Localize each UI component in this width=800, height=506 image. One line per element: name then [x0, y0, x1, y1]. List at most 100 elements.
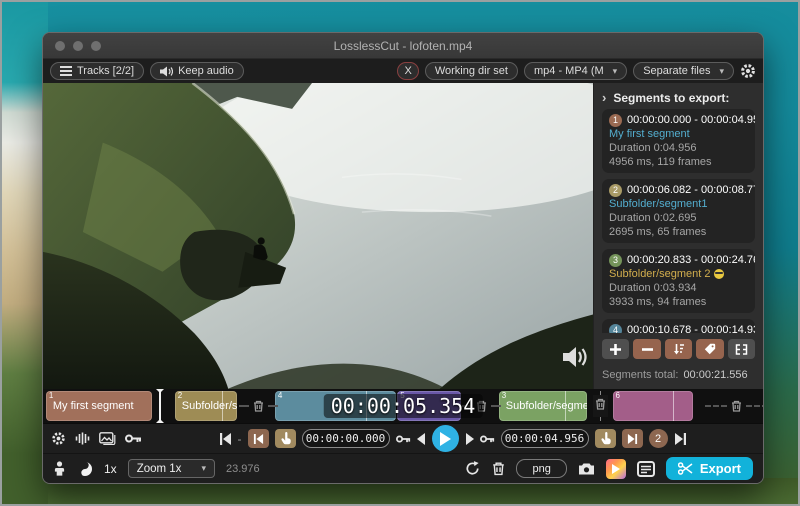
segment-cut-line [673, 391, 674, 421]
set-cut-end-button[interactable] [595, 429, 616, 448]
capture-format-label: png [532, 463, 550, 475]
close-file-button[interactable]: X [397, 62, 418, 80]
skip-to-start-icon [219, 433, 232, 445]
jump-cut-end-button[interactable] [622, 429, 643, 448]
simple-mode-button[interactable] [53, 461, 66, 476]
segments-total-label: Segments total: [602, 369, 678, 381]
gap-dashes [268, 405, 278, 407]
output-format-value: mp4 - MP4 (M [534, 65, 604, 77]
play-button[interactable] [432, 425, 459, 452]
hand-icon [279, 432, 291, 445]
working-dir-button[interactable]: Working dir set [425, 62, 518, 80]
timeline[interactable]: 1 My first segment 2 Subfolder/segment1 … [43, 389, 763, 423]
segments-header[interactable]: › Segments to export: [602, 90, 755, 105]
hand-icon [599, 432, 611, 445]
output-format-select[interactable]: mp4 - MP4 (M ▾ [524, 62, 627, 80]
segment-name: Subfolder/segment1 [609, 197, 748, 211]
segment-time: 00:00:00.000 - 00:00:04.956 [627, 113, 755, 127]
next-keyframe-button[interactable] [480, 434, 495, 444]
plus-icon [610, 344, 621, 355]
prev-frame-button[interactable] [417, 433, 426, 445]
segment-card[interactable]: 2 00:00:06.082 - 00:00:08.778 Subfolder/… [602, 179, 755, 243]
minus-icon [642, 344, 653, 355]
scissors-icon [678, 462, 693, 475]
capture-format-button[interactable]: png [516, 459, 566, 478]
fps-label: 23.976 [226, 463, 260, 475]
segment-time: 00:00:20.833 - 00:00:24.767 [627, 253, 755, 267]
tracks-button[interactable]: Tracks [2/2] [50, 62, 144, 80]
gear-icon [51, 431, 66, 446]
thumbnails-toggle-button[interactable] [99, 432, 116, 445]
timeline-segment-number: 3 [502, 391, 506, 400]
waveform-toggle-button[interactable] [75, 432, 90, 445]
segments-total: Segments total: 00:00:21.556 [602, 369, 748, 381]
media-preview-button[interactable] [606, 459, 626, 479]
top-toolbar: Tracks [2/2] Keep audio X Working dir se… [43, 59, 763, 83]
cut-end-time-input[interactable] [501, 429, 589, 448]
playback-rate-label[interactable]: 1x [104, 462, 117, 476]
dash-separator: - [238, 432, 242, 446]
segment-counter-button[interactable]: 2 [649, 429, 668, 448]
screenshot-button[interactable] [578, 462, 595, 476]
yin-yang-icon [77, 461, 93, 477]
volume-overlay[interactable] [561, 344, 587, 375]
jump-start-button[interactable] [219, 433, 232, 445]
segment-name: My first segment [609, 127, 748, 141]
next-frame-button[interactable] [465, 433, 474, 445]
segment-boundary-marker [600, 391, 601, 421]
segment-actions [602, 339, 755, 359]
gap-dashes [746, 405, 764, 407]
trash-icon [595, 398, 606, 410]
timeline-segment-number: 2 [178, 391, 182, 400]
timeline-segment-6[interactable]: 6 [613, 391, 694, 421]
timeline-segment-label: My first segment [53, 400, 134, 412]
keyframes-toggle-button[interactable] [125, 433, 142, 444]
timeline-mode-toggles [51, 431, 142, 446]
timeline-zoom-value: Zoom 1x [137, 463, 182, 475]
remove-segment-button[interactable] [633, 339, 660, 359]
timeline-segment-number: 6 [616, 391, 620, 400]
play-icon [439, 432, 451, 446]
timeline-segment-1[interactable]: 1 My first segment [46, 391, 153, 421]
segment-card[interactable]: 3 00:00:20.833 - 00:00:24.767 Subfolder/… [602, 249, 755, 313]
close-file-label: X [404, 65, 411, 77]
jump-end-button[interactable] [674, 433, 687, 445]
skip-to-end-icon [674, 433, 687, 445]
timeline-zoom-select[interactable]: Zoom 1x ▾ [128, 459, 215, 478]
working-dir-label: Working dir set [435, 65, 508, 77]
thumbnails-icon [99, 432, 116, 445]
add-segment-button[interactable] [602, 339, 629, 359]
gear-icon [740, 63, 756, 79]
video-canvas[interactable] [43, 83, 593, 389]
timeline-segment-2[interactable]: 2 Subfolder/segment1 [175, 391, 238, 421]
settings-button[interactable] [740, 63, 756, 79]
rotate-button[interactable] [464, 460, 481, 477]
skip-to-end-icon [627, 434, 638, 444]
keep-audio-button[interactable]: Keep audio [150, 62, 244, 80]
waveform-icon [75, 432, 90, 445]
export-button[interactable]: Export [666, 457, 753, 480]
discarded-gap [705, 389, 764, 423]
prev-keyframe-button[interactable] [396, 434, 411, 444]
set-cut-start-button[interactable] [275, 429, 296, 448]
split-segment-button[interactable] [728, 339, 755, 359]
segment-cut-line [222, 391, 223, 421]
timeline-segment-3[interactable]: 3 Subfolder/segment 2 [499, 391, 588, 421]
label-segment-button[interactable] [696, 339, 723, 359]
segment-name: Subfolder/segment 2 [609, 267, 748, 281]
segments-total-value: 00:00:21.556 [683, 369, 747, 381]
timeline-settings-button[interactable] [51, 431, 66, 446]
discarded-gap [239, 389, 278, 423]
sort-segments-button[interactable] [665, 339, 692, 359]
bottom-bar: 1x Zoom 1x ▾ 23.976 png [43, 453, 763, 483]
segment-duration: Duration 0:03.934 [609, 281, 748, 295]
theme-toggle-button[interactable] [77, 461, 93, 477]
merge-mode-value: Separate files [643, 65, 710, 77]
jump-cut-start-button[interactable] [248, 429, 269, 448]
clear-segments-button[interactable] [492, 461, 505, 476]
merge-mode-select[interactable]: Separate files ▾ [633, 62, 734, 80]
segment-card[interactable]: 1 00:00:00.000 - 00:00:04.956 My first s… [602, 109, 755, 173]
cut-start-time-input[interactable] [302, 429, 390, 448]
metadata-button[interactable] [637, 461, 655, 477]
playhead[interactable] [159, 389, 161, 423]
